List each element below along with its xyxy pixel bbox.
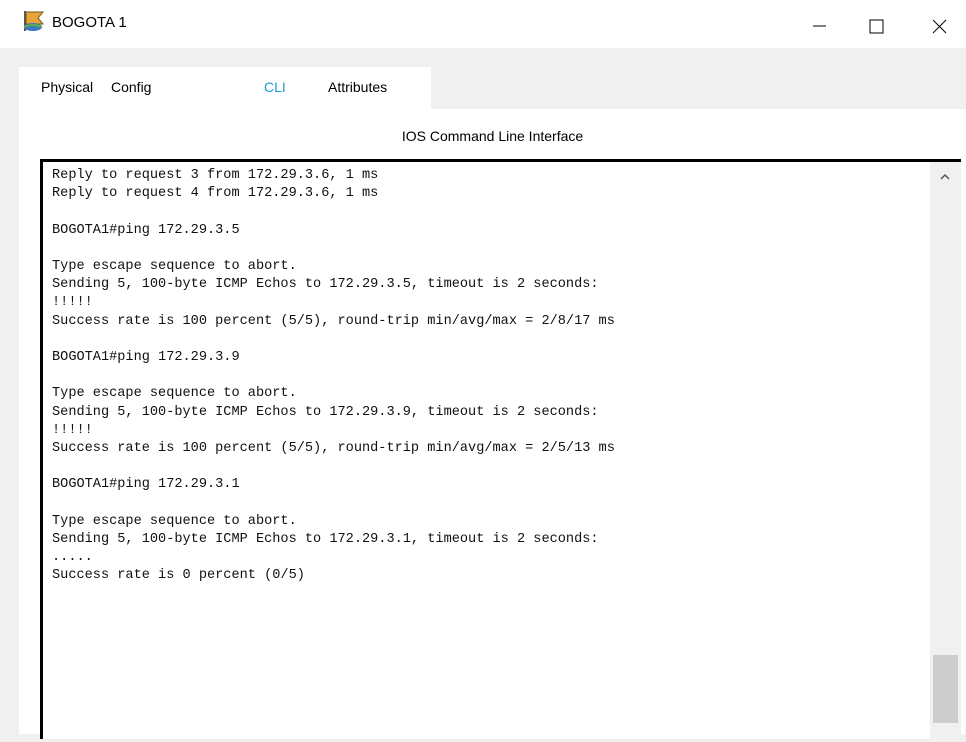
console-line: Success rate is 0 percent (0/5) <box>52 568 305 584</box>
cli-panel: IOS Command Line Interface Reply to requ… <box>19 109 966 742</box>
console-line: Sending 5, 100-byte ICMP Echos to 172.29… <box>52 404 599 420</box>
minimize-button[interactable] <box>795 0 843 48</box>
tab-config[interactable]: Config <box>111 79 151 95</box>
cli-console[interactable]: Reply to request 3 from 172.29.3.6, 1 ms… <box>40 159 961 742</box>
console-line: BOGOTA1#ping 172.29.3.1 <box>52 477 240 493</box>
window-title: BOGOTA 1 <box>52 14 127 31</box>
tab-bar: Physical Config CLI Attributes <box>19 67 431 109</box>
tab-attributes[interactable]: Attributes <box>328 79 387 95</box>
console-line: Type escape sequence to abort. <box>52 386 297 402</box>
console-line: Sending 5, 100-byte ICMP Echos to 172.29… <box>52 532 599 548</box>
console-line: Success rate is 100 percent (5/5), round… <box>52 441 615 457</box>
console-line: !!!!! <box>52 422 93 438</box>
close-icon <box>932 19 947 34</box>
scroll-up-icon[interactable] <box>938 172 952 182</box>
console-line: Type escape sequence to abort. <box>52 259 297 275</box>
tab-physical[interactable]: Physical <box>41 79 93 95</box>
console-line: Type escape sequence to abort. <box>52 513 297 529</box>
scrollbar-thumb[interactable] <box>933 655 958 723</box>
tab-cli[interactable]: CLI <box>264 79 286 95</box>
panel-header: IOS Command Line Interface <box>401 128 584 144</box>
console-line: Success rate is 100 percent (5/5), round… <box>52 313 615 329</box>
console-line: !!!!! <box>52 295 93 311</box>
close-button[interactable] <box>918 0 966 48</box>
title-bar: BOGOTA 1 <box>0 0 966 48</box>
console-line: Reply to request 3 from 172.29.3.6, 1 ms <box>52 168 379 183</box>
maximize-button[interactable] <box>852 0 900 48</box>
console-line: BOGOTA1#ping 172.29.3.5 <box>52 222 240 238</box>
router-icon <box>23 11 45 31</box>
console-line: BOGOTA1#ping 172.29.3.9 <box>52 350 240 366</box>
console-line: Reply to request 4 from 172.29.3.6, 1 ms <box>52 186 379 202</box>
console-line: Sending 5, 100-byte ICMP Echos to 172.29… <box>52 277 599 293</box>
maximize-icon <box>869 19 884 34</box>
console-line: ..... <box>52 550 93 566</box>
console-output[interactable]: Reply to request 3 from 172.29.3.6, 1 ms… <box>52 167 615 586</box>
vertical-scrollbar[interactable] <box>930 162 961 742</box>
minimize-icon <box>813 25 826 27</box>
